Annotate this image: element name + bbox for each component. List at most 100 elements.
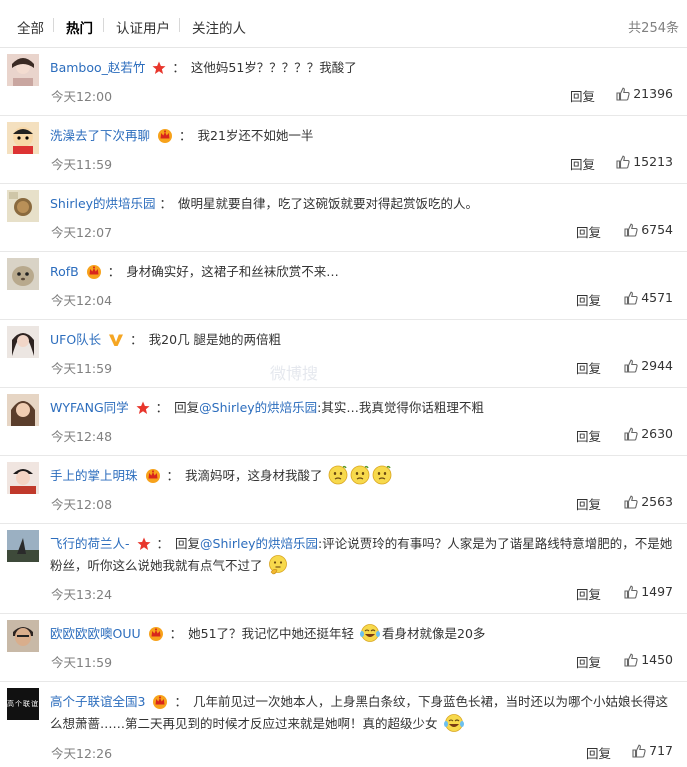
sour-emoji-icon	[350, 465, 369, 485]
thumbs-up-icon	[624, 653, 638, 667]
like-button[interactable]: 2630	[624, 426, 673, 441]
thumbs-up-icon	[616, 87, 630, 101]
avatar[interactable]	[7, 258, 39, 290]
like-button[interactable]: 6754	[624, 222, 673, 237]
avatar[interactable]	[7, 530, 39, 562]
comment-content: Bamboo_赵若竹 ：这他妈51岁？？？？？我酸了	[50, 60, 357, 75]
comment-content: RofB ：身材确实好，这裙子和丝袜欣赏不来…	[50, 264, 339, 279]
reply-button[interactable]: 回复	[576, 584, 601, 603]
comment-item: 飞行的荷兰人- ：回复@Shirley的烘焙乐园:评论说贾玲的有事吗？人家是为了…	[0, 524, 687, 614]
thumbs-up-icon	[624, 223, 638, 237]
username[interactable]: 欧欧欧欧噢OUU	[50, 626, 141, 641]
username[interactable]: UFO队长	[50, 332, 101, 347]
avatar[interactable]	[7, 54, 39, 86]
tab-divider	[179, 18, 180, 32]
comment-time: 今天13:24	[51, 587, 113, 602]
comment-item: 洗澡去了下次再聊 ：我21岁还不如她一半 今天11:59 回复 15213	[0, 116, 687, 184]
comment-content: 洗澡去了下次再聊 ：我21岁还不如她一半	[50, 128, 314, 143]
thumbs-up-icon	[616, 155, 630, 169]
mention-link[interactable]: @Shirley的烘焙乐园	[200, 536, 318, 551]
username[interactable]: 洗澡去了下次再聊	[50, 128, 150, 143]
like-button[interactable]: 2944	[624, 358, 673, 373]
reply-button[interactable]: 回复	[570, 154, 595, 173]
avatar[interactable]	[7, 190, 39, 222]
comment-item: WYFANG同学 ：回复@Shirley的烘焙乐园:其实…我真觉得你话粗理不粗 …	[0, 388, 687, 456]
comment-item: 欧欧欧欧噢OUU ：她51了？我记忆中她还挺年轻 看身材就像是20多 今天11:…	[0, 614, 687, 682]
comment-item: Shirley的烘培乐园 ：做明星就要自律，吃了这碗饭就要对得起赏饭吃的人。 今…	[0, 184, 687, 252]
star-badge-icon	[152, 61, 166, 74]
like-count: 4571	[641, 290, 673, 305]
laughing-tears-emoji-icon	[443, 714, 464, 732]
like-count: 6754	[641, 222, 673, 237]
comment-text: 做明星就要自律，吃了这碗饭就要对得起赏饭吃的人。	[178, 196, 479, 211]
comment-item: 手上的掌上明珠 ：我滴妈呀，这身材我酸了 今天12:08 回复 2563	[0, 456, 687, 524]
avatar[interactable]	[7, 122, 39, 154]
tab-hot[interactable]: 热门	[66, 17, 93, 37]
like-button[interactable]: 15213	[616, 154, 673, 169]
username[interactable]: 手上的掌上明珠	[50, 468, 138, 483]
tab-all[interactable]: 全部	[17, 17, 44, 37]
like-button[interactable]: 2563	[624, 494, 673, 509]
comment-time: 今天11:59	[51, 157, 113, 172]
like-button[interactable]: 1497	[624, 584, 673, 599]
crown-badge-icon	[153, 695, 168, 709]
reply-button[interactable]: 回复	[570, 86, 595, 105]
comment-text: 这他妈51岁？？？？？我酸了	[190, 60, 357, 75]
like-count: 1450	[641, 652, 673, 667]
tab-following[interactable]: 关注的人	[192, 17, 246, 37]
reply-button[interactable]: 回复	[576, 358, 601, 377]
comment-count: 共254条	[628, 21, 679, 36]
username[interactable]: 高个子联谊全国3	[50, 694, 145, 709]
reply-button[interactable]: 回复	[586, 743, 611, 762]
like-button[interactable]: 1450	[624, 652, 673, 667]
thumbs-up-icon	[624, 585, 638, 599]
like-count: 2563	[641, 494, 673, 509]
avatar[interactable]	[7, 620, 39, 652]
comment-time: 今天12:00	[51, 89, 113, 104]
username[interactable]: WYFANG同学	[50, 400, 129, 415]
like-count: 1497	[641, 584, 673, 599]
avatar[interactable]	[7, 394, 39, 426]
like-count: 15213	[633, 154, 673, 169]
thumbs-up-icon	[624, 495, 638, 509]
reply-button[interactable]: 回复	[576, 494, 601, 513]
username[interactable]: Bamboo_赵若竹	[50, 60, 145, 75]
comment-item: RofB ：身材确实好，这裙子和丝袜欣赏不来… 今天12:04 回复 4571	[0, 252, 687, 320]
reply-button[interactable]: 回复	[576, 426, 601, 445]
avatar[interactable]: 高个联谊	[7, 688, 39, 720]
crown-badge-icon	[158, 129, 172, 143]
comment-item: UFO队长 ：我20几 腿是她的两倍粗 今天11:59 回复 2944	[0, 320, 687, 388]
comment-item: Bamboo_赵若竹 ：这他妈51岁？？？？？我酸了 今天12:00 回复 21…	[0, 48, 687, 116]
comment-text-continued: 看身材就像是20多	[382, 626, 486, 641]
comment-content: 手上的掌上明珠 ：我滴妈呀，这身材我酸了	[50, 465, 679, 487]
comment-filter-tabs: 全部 热门 认证用户 关注的人 共254条	[0, 0, 687, 48]
comment-time: 今天12:26	[51, 746, 113, 761]
like-button[interactable]: 717	[632, 743, 673, 758]
avatar-logo-text: 高个联谊	[7, 700, 39, 708]
reply-button[interactable]: 回复	[576, 652, 601, 671]
avatar[interactable]	[7, 462, 39, 494]
like-button[interactable]: 4571	[624, 290, 673, 305]
mention-link[interactable]: @Shirley的烘焙乐园	[199, 400, 317, 415]
tab-verified-users[interactable]: 认证用户	[116, 17, 170, 37]
comment-content: 高个子联谊全国3 ：几年前见过一次她本人，上身黑白条纹，下身蓝色长裙，当时还以为…	[50, 694, 668, 732]
comment-item: 高个联谊 高个子联谊全国3 ：几年前见过一次她本人，上身黑白条纹，下身蓝色长裙，…	[0, 682, 687, 766]
comment-text: :其实…我真觉得你话粗理不粗	[317, 400, 484, 415]
thumbs-up-icon	[624, 359, 638, 373]
username[interactable]: 飞行的荷兰人-	[50, 536, 130, 551]
sour-emoji-icon	[372, 465, 391, 485]
username[interactable]: RofB	[50, 264, 79, 279]
comment-text: 我滴妈呀，这身材我酸了	[185, 468, 323, 483]
reply-button[interactable]: 回复	[576, 290, 601, 309]
reply-button[interactable]: 回复	[576, 222, 601, 241]
avatar[interactable]	[7, 326, 39, 358]
comment-time: 今天11:59	[51, 655, 113, 670]
like-count: 717	[649, 743, 673, 758]
like-button[interactable]: 21396	[616, 86, 673, 101]
thumbs-up-icon	[624, 291, 638, 305]
username[interactable]: Shirley的烘培乐园	[50, 196, 156, 211]
comment-time: 今天12:07	[51, 225, 113, 240]
comment-content: Shirley的烘培乐园 ：做明星就要自律，吃了这碗饭就要对得起赏饭吃的人。	[50, 196, 479, 211]
comment-text: 她51了？我记忆中她还挺年轻	[188, 626, 355, 641]
crown-badge-icon	[86, 265, 101, 279]
